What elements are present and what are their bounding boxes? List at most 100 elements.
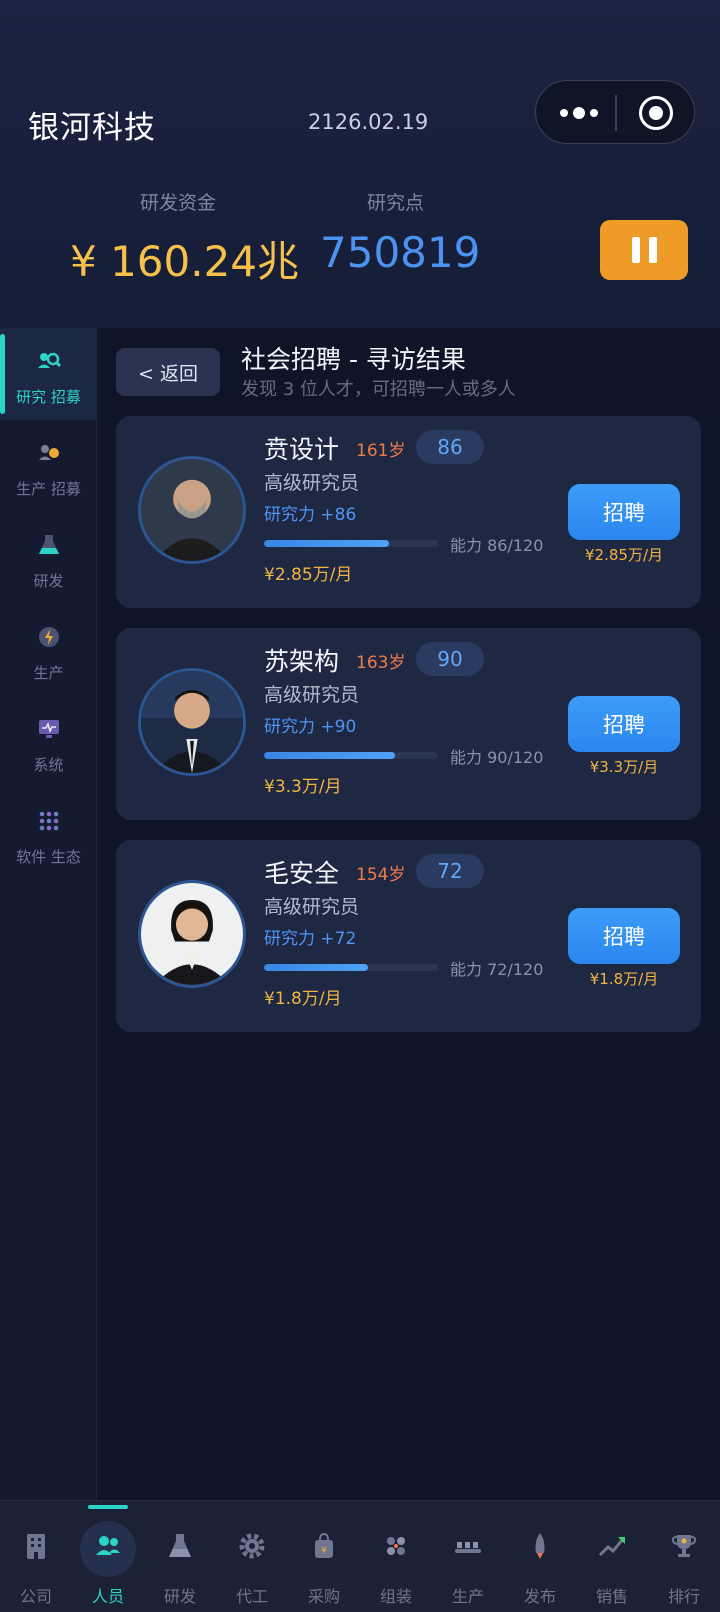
research-recruit-icon	[38, 352, 62, 368]
monitor-icon	[39, 720, 59, 738]
sidebar-item-label: 生产 招募	[16, 480, 81, 498]
tab-label: 生产	[451, 1587, 484, 1606]
tab-people[interactable]: 人员	[72, 1501, 144, 1612]
flask-icon	[169, 1534, 191, 1557]
power-icon	[39, 627, 59, 647]
ability-bar	[264, 540, 438, 547]
tab-label: 人员	[91, 1587, 124, 1606]
candidate-name: 苏架构	[264, 647, 340, 676]
hire-cost: ¥2.85万/月	[585, 546, 663, 564]
assemble-icon	[387, 1537, 405, 1555]
tab-label: 采购	[307, 1587, 340, 1606]
funds-label: 研发资金	[140, 192, 217, 214]
candidate-ability: 能力 86/120	[450, 536, 544, 555]
candidate-salary: ¥2.85万/月	[264, 565, 353, 585]
candidate-age: 154岁	[356, 865, 406, 885]
candidate-score-badge: 72	[416, 854, 484, 888]
candidate-research-power: 研究力 +86	[264, 505, 357, 525]
candidate-research-power: 研究力 +72	[264, 929, 357, 949]
page-title: 社会招聘 - 寻访结果	[241, 345, 466, 374]
production-recruit-icon	[39, 445, 59, 460]
sidebar-item-software[interactable]: 软件 生态	[0, 788, 97, 880]
ability-bar	[264, 752, 438, 759]
research-points-value: 750819	[320, 228, 481, 277]
tab-purchase[interactable]: ¥ 采购	[288, 1501, 360, 1612]
candidate-ability: 能力 90/120	[450, 748, 544, 767]
tab-label: 研发	[163, 1587, 196, 1606]
candidate-avatar	[138, 456, 246, 564]
sidebar-item-label: 软件 生态	[16, 848, 81, 866]
back-button[interactable]: < 返回	[116, 348, 220, 396]
hire-cost: ¥1.8万/月	[589, 970, 659, 988]
tab-label: 代工	[235, 1587, 268, 1606]
ability-bar-fill	[264, 964, 369, 971]
candidate-card: 苏架构 163岁 90 高级研究员 研究力 +90 能力 90/120 ¥3.3…	[116, 628, 701, 820]
hire-button[interactable]: 招聘	[568, 908, 680, 964]
sidebar-item-research-recruit[interactable]: 研究 招募	[0, 328, 97, 420]
pause-button[interactable]	[600, 220, 688, 280]
ability-bar-fill	[264, 752, 395, 759]
funds-value: ¥ 160.24兆	[70, 237, 300, 286]
tab-label: 排行	[667, 1587, 700, 1606]
sidebar-item-label: 研发	[33, 572, 64, 590]
tab-label: 发布	[523, 1587, 556, 1606]
sidebar-item-label: 研究 招募	[16, 388, 81, 406]
candidate-title: 高级研究员	[264, 896, 360, 918]
ability-bar-fill	[264, 540, 389, 547]
building-icon	[27, 1534, 45, 1559]
candidate-age: 161岁	[356, 441, 406, 461]
tab-production[interactable]: 生产	[432, 1501, 504, 1612]
bottom-tab-bar: 公司 人员 研发 代工 ¥ 采购 组装 生产 发布 销售 排行	[0, 1500, 720, 1612]
candidate-avatar	[138, 880, 246, 988]
sidebar: 研究 招募 生产 招募 研发 生产 系统 软件 生态	[0, 328, 97, 1500]
candidate-age: 163岁	[356, 653, 406, 673]
candidate-card: 毛安全 154岁 72 高级研究员 研究力 +72 能力 72/120 ¥1.8…	[116, 840, 701, 1032]
company-name: 银河科技	[28, 110, 156, 146]
tab-release[interactable]: 发布	[504, 1501, 576, 1612]
candidate-title: 高级研究员	[264, 472, 360, 494]
page-subtitle: 发现 3 位人才，可招聘一人或多人	[241, 379, 516, 400]
people-icon	[96, 1536, 120, 1555]
trophy-icon	[671, 1535, 697, 1557]
ability-bar	[264, 964, 438, 971]
game-date: 2126.02.19	[308, 110, 429, 134]
research-points-label: 研究点	[367, 192, 425, 214]
flask-icon	[39, 535, 59, 554]
pause-icon	[631, 237, 640, 263]
grid-dots-icon	[39, 811, 59, 831]
close-target-icon[interactable]	[639, 96, 673, 130]
gear-icon	[239, 1533, 265, 1559]
svg-text:¥: ¥	[321, 1546, 327, 1556]
hire-button[interactable]: 招聘	[568, 696, 680, 752]
sidebar-item-system[interactable]: 系统	[0, 696, 97, 788]
shopping-bag-icon: ¥	[315, 1532, 333, 1558]
sidebar-item-rnd[interactable]: 研发	[0, 512, 97, 604]
hire-cost: ¥3.3万/月	[589, 758, 659, 776]
tab-label: 销售	[595, 1587, 628, 1606]
candidate-score-badge: 86	[416, 430, 484, 464]
candidate-name: 毛安全	[264, 859, 340, 888]
sidebar-item-production[interactable]: 生产	[0, 604, 97, 696]
candidate-research-power: 研究力 +90	[264, 717, 357, 737]
candidate-salary: ¥3.3万/月	[264, 777, 342, 797]
tab-foundry[interactable]: 代工	[216, 1501, 288, 1612]
candidate-score-badge: 90	[416, 642, 484, 676]
candidate-name: 贲设计	[264, 435, 340, 464]
mini-program-capsule	[535, 80, 695, 144]
tab-company[interactable]: 公司	[0, 1501, 72, 1612]
hire-button[interactable]: 招聘	[568, 484, 680, 540]
tab-ranking[interactable]: 排行	[648, 1501, 720, 1612]
more-icon[interactable]	[554, 99, 604, 127]
conveyor-icon	[455, 1542, 481, 1553]
tab-label: 公司	[19, 1587, 52, 1606]
capsule-divider	[615, 95, 617, 131]
candidate-salary: ¥1.8万/月	[264, 989, 342, 1009]
tab-label: 组装	[379, 1587, 412, 1606]
top-header: 银河科技 2126.02.19 研发资金 研究点 ¥ 160.24兆 75081…	[0, 0, 720, 328]
sidebar-item-production-recruit[interactable]: 生产 招募	[0, 420, 97, 512]
candidate-title: 高级研究员	[264, 684, 360, 706]
tab-assembly[interactable]: 组装	[360, 1501, 432, 1612]
tab-sales[interactable]: 销售	[576, 1501, 648, 1612]
candidate-avatar	[138, 668, 246, 776]
tab-rnd[interactable]: 研发	[144, 1501, 216, 1612]
